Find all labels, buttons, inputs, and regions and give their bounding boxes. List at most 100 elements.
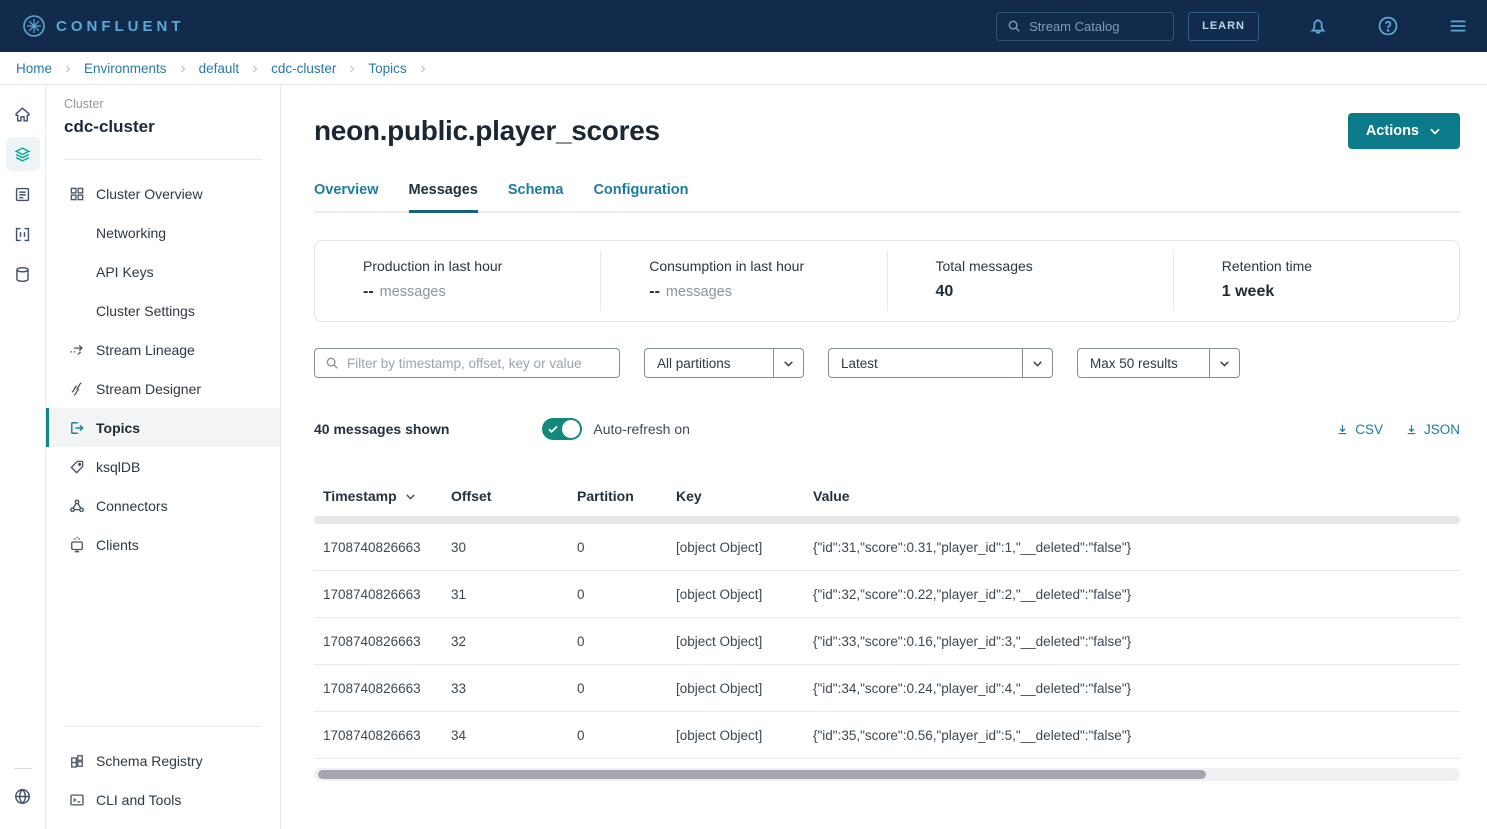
column-header-offset[interactable]: Offset xyxy=(451,488,577,504)
cell-timestamp: 1708740826663 xyxy=(314,540,451,555)
breadcrumb-topics[interactable]: Topics xyxy=(368,61,406,76)
table-row[interactable]: 1708740826663 32 0 [object Object] {"id"… xyxy=(314,618,1460,665)
message-filter-input[interactable] xyxy=(347,356,609,371)
hamburger-menu-icon[interactable] xyxy=(1447,15,1469,37)
stat-label: Production in last hour xyxy=(363,258,600,274)
cell-key: [object Object] xyxy=(676,681,813,696)
sidebar-item-stream-designer[interactable]: Stream Designer xyxy=(46,369,280,408)
rail-clusters[interactable] xyxy=(6,137,40,171)
sidebar-item-networking[interactable]: Networking xyxy=(46,213,280,252)
cell-value: {"id":35,"score":0.56,"player_id":5,"__d… xyxy=(813,728,1460,743)
sidebar-item-label: Topics xyxy=(96,420,140,436)
squiggle-icon xyxy=(67,379,87,399)
sidebar-item-cluster-settings[interactable]: Cluster Settings xyxy=(46,291,280,330)
cluster-sidebar: Cluster cdc-cluster Cluster Overview Net… xyxy=(46,85,281,829)
notifications-bell-icon[interactable] xyxy=(1307,15,1329,37)
sidebar-item-label: Clients xyxy=(96,537,139,553)
learn-button[interactable]: LEARN xyxy=(1188,12,1259,41)
grid-icon xyxy=(67,184,87,204)
column-header-timestamp[interactable]: Timestamp xyxy=(314,488,451,504)
confluent-logo[interactable]: CONFLUENT xyxy=(22,14,185,38)
help-icon[interactable] xyxy=(1377,15,1399,37)
download-csv-link[interactable]: CSV xyxy=(1336,422,1383,437)
download-json-link[interactable]: JSON xyxy=(1405,422,1460,437)
sidebar-item-schema-registry[interactable]: Schema Registry xyxy=(46,741,280,780)
topic-tabs: Overview Messages Schema Configuration xyxy=(314,182,1460,213)
sidebar-item-cli-and-tools[interactable]: CLI and Tools xyxy=(46,780,280,819)
cell-key: [object Object] xyxy=(676,587,813,602)
limit-select[interactable]: Max 50 results xyxy=(1077,348,1240,378)
cell-partition: 0 xyxy=(577,540,676,555)
order-select[interactable]: Latest xyxy=(828,348,1053,378)
topic-icon xyxy=(67,418,87,438)
stat-production: Production in last hour -- messages xyxy=(315,241,600,321)
rail-docs[interactable] xyxy=(6,177,40,211)
breadcrumb-default[interactable]: default xyxy=(199,61,240,76)
sidebar-item-stream-lineage[interactable]: Stream Lineage xyxy=(46,330,280,369)
sidebar-item-connectors[interactable]: Connectors xyxy=(46,486,280,525)
table-row[interactable]: 1708740826663 31 0 [object Object] {"id"… xyxy=(314,571,1460,618)
table-row[interactable]: 1708740826663 30 0 [object Object] {"id"… xyxy=(314,524,1460,571)
message-filter-search[interactable] xyxy=(314,348,620,378)
cell-timestamp: 1708740826663 xyxy=(314,681,451,696)
rail-home[interactable] xyxy=(6,97,40,131)
tab-messages[interactable]: Messages xyxy=(409,182,478,213)
sidebar-item-label: Stream Lineage xyxy=(96,342,195,358)
cell-partition: 0 xyxy=(577,587,676,602)
sort-chevron-down-icon xyxy=(404,490,417,503)
tab-schema[interactable]: Schema xyxy=(508,182,564,213)
message-filter-row: All partitions Latest Max 50 results xyxy=(314,348,1460,378)
sidebar-spacer xyxy=(46,564,280,708)
breadcrumb-home[interactable]: Home xyxy=(16,61,52,76)
cell-timestamp: 1708740826663 xyxy=(314,587,451,602)
breadcrumb-environments[interactable]: Environments xyxy=(84,61,167,76)
partition-select[interactable]: All partitions xyxy=(644,348,804,378)
column-header-key[interactable]: Key xyxy=(676,488,813,504)
sidebar-item-cluster-overview[interactable]: Cluster Overview xyxy=(46,174,280,213)
rail-stream-catalog[interactable] xyxy=(6,217,40,251)
app-header: CONFLUENT LEARN xyxy=(0,0,1487,52)
actions-button[interactable]: Actions xyxy=(1348,113,1460,149)
sidebar-item-ksqldb[interactable]: ksqlDB xyxy=(46,447,280,486)
table-row[interactable]: 1708740826663 33 0 [object Object] {"id"… xyxy=(314,665,1460,712)
column-header-value[interactable]: Value xyxy=(813,488,1460,504)
stat-suffix: messages xyxy=(380,284,446,300)
cluster-name: cdc-cluster xyxy=(46,117,280,137)
actions-button-label: Actions xyxy=(1366,123,1419,139)
tab-overview[interactable]: Overview xyxy=(314,182,379,213)
tab-configuration[interactable]: Configuration xyxy=(593,182,688,213)
chevron-right-icon xyxy=(346,63,358,75)
sidebar-item-clients[interactable]: Clients xyxy=(46,525,280,564)
rail-bottom xyxy=(6,762,40,819)
document-icon xyxy=(13,185,32,204)
rail-data[interactable] xyxy=(6,257,40,291)
rail-support[interactable] xyxy=(6,779,40,813)
table-top-scrollbar[interactable] xyxy=(314,516,1460,524)
rail-divider xyxy=(14,768,32,769)
table-row[interactable]: 1708740826663 34 0 [object Object] {"id"… xyxy=(314,712,1460,759)
chevron-down-icon xyxy=(773,349,803,377)
stat-label: Retention time xyxy=(1222,258,1459,274)
cell-key: [object Object] xyxy=(676,728,813,743)
stat-value: -- xyxy=(649,283,660,301)
client-monitor-icon xyxy=(67,535,87,555)
stream-catalog-search-input[interactable] xyxy=(1029,19,1163,34)
download-icon xyxy=(1336,423,1349,436)
cell-offset: 30 xyxy=(451,540,577,555)
column-header-partition[interactable]: Partition xyxy=(577,488,676,504)
sidebar-item-api-keys[interactable]: API Keys xyxy=(46,252,280,291)
chevron-down-icon xyxy=(1022,349,1052,377)
horizontal-scrollbar-track[interactable] xyxy=(314,768,1460,781)
sidebar-item-label: Stream Designer xyxy=(96,381,201,397)
icon-rail xyxy=(0,85,46,829)
sidebar-item-label: Cluster Settings xyxy=(96,303,195,319)
sidebar-item-label: ksqlDB xyxy=(96,459,140,475)
horizontal-scrollbar-handle[interactable] xyxy=(318,770,1206,779)
sidebar-item-label: Cluster Overview xyxy=(96,186,203,202)
auto-refresh-toggle[interactable] xyxy=(542,418,582,440)
breadcrumb-cdc-cluster[interactable]: cdc-cluster xyxy=(271,61,336,76)
sidebar-item-topics[interactable]: Topics xyxy=(46,408,280,447)
stat-value: 40 xyxy=(936,283,954,301)
stream-catalog-search[interactable] xyxy=(996,12,1174,41)
sidebar-footer-divider xyxy=(64,726,262,727)
